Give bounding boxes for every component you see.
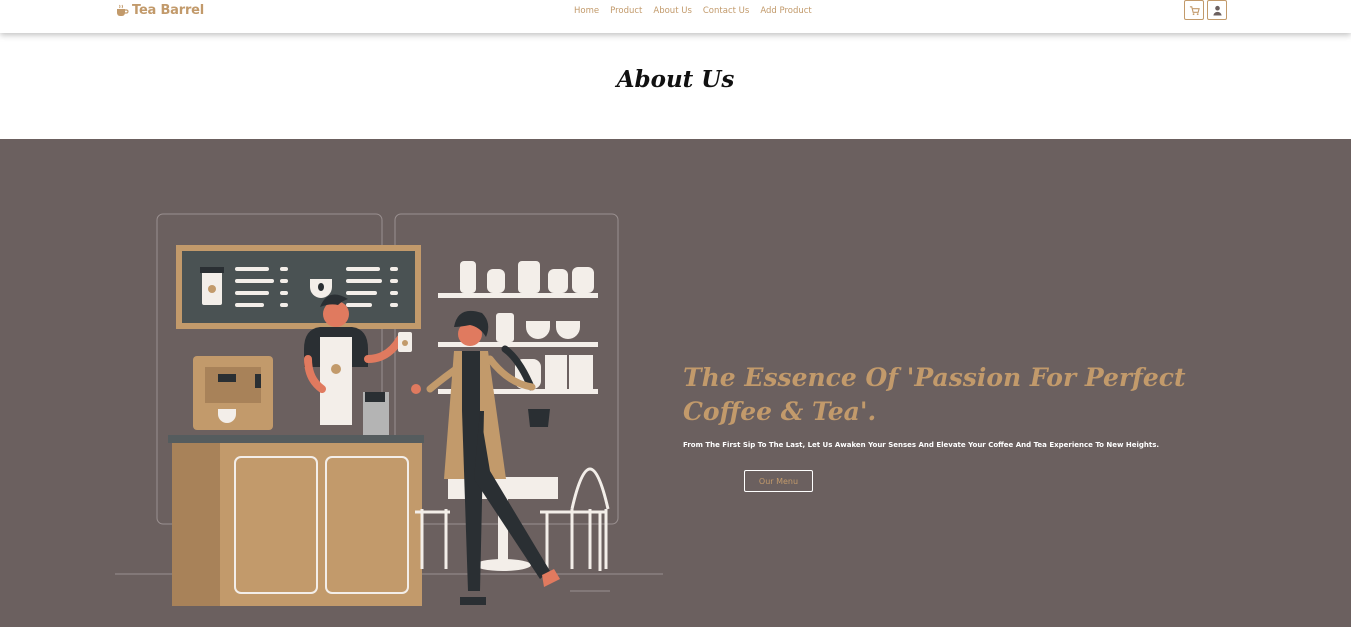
nav-link-about-us[interactable]: About Us — [653, 6, 691, 16]
brand-name: Tea Barrel — [132, 3, 205, 18]
page-title: About Us — [616, 66, 735, 93]
coffee-cup-icon — [117, 4, 129, 16]
navbar: Tea Barrel Home Product About Us Contact… — [0, 0, 1351, 33]
cart-button[interactable] — [1184, 0, 1204, 20]
coffee-shop-illustration — [115, 213, 663, 606]
hero-subtext: From The First Sip To The Last, Let Us A… — [683, 441, 1160, 449]
user-button[interactable] — [1207, 0, 1227, 20]
nav-link-home[interactable]: Home — [574, 6, 599, 16]
nav-link-product[interactable]: Product — [610, 6, 642, 16]
our-menu-button[interactable]: Our Menu — [744, 470, 813, 492]
brand-logo[interactable]: Tea Barrel — [115, 3, 204, 18]
nav-link-add-product[interactable]: Add Product — [760, 6, 811, 16]
nav-link-contact-us[interactable]: Contact Us — [703, 6, 749, 16]
nav-icon-group — [1184, 0, 1227, 20]
hero-section: The Essence Of 'Passion For Perfect Coff… — [0, 139, 1351, 627]
user-icon — [1212, 5, 1222, 16]
hero-heading: The Essence Of 'Passion For Perfect Coff… — [683, 363, 1186, 426]
cart-icon — [1189, 5, 1200, 15]
main-nav: Home Product About Us Contact Us Add Pro… — [574, 6, 812, 16]
